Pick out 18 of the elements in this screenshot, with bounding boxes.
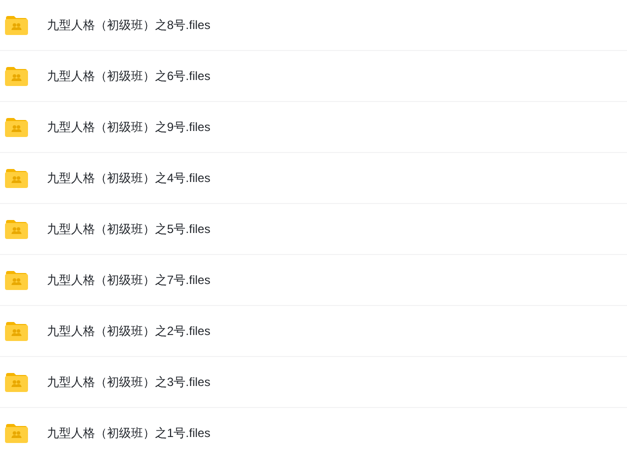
shared-folder-icon bbox=[5, 372, 28, 392]
shared-folder-icon bbox=[5, 423, 28, 443]
file-name[interactable]: 九型人格（初级班）之3号.files bbox=[47, 373, 210, 391]
file-name[interactable]: 九型人格（初级班）之9号.files bbox=[47, 118, 210, 136]
shared-folder-icon bbox=[5, 168, 28, 188]
shared-folder-icon bbox=[5, 117, 28, 137]
file-name[interactable]: 九型人格（初级班）之6号.files bbox=[47, 67, 210, 85]
file-name[interactable]: 九型人格（初级班）之4号.files bbox=[47, 169, 210, 187]
shared-folder-icon bbox=[5, 15, 28, 35]
file-name[interactable]: 九型人格（初级班）之1号.files bbox=[47, 424, 210, 442]
file-name[interactable]: 九型人格（初级班）之7号.files bbox=[47, 271, 210, 289]
file-name[interactable]: 九型人格（初级班）之8号.files bbox=[47, 16, 210, 34]
file-name[interactable]: 九型人格（初级班）之5号.files bbox=[47, 220, 210, 238]
shared-folder-icon bbox=[5, 66, 28, 86]
file-name[interactable]: 九型人格（初级班）之2号.files bbox=[47, 322, 210, 340]
shared-folder-icon bbox=[5, 270, 28, 290]
shared-folder-icon bbox=[5, 321, 28, 341]
shared-folder-icon bbox=[5, 219, 28, 239]
